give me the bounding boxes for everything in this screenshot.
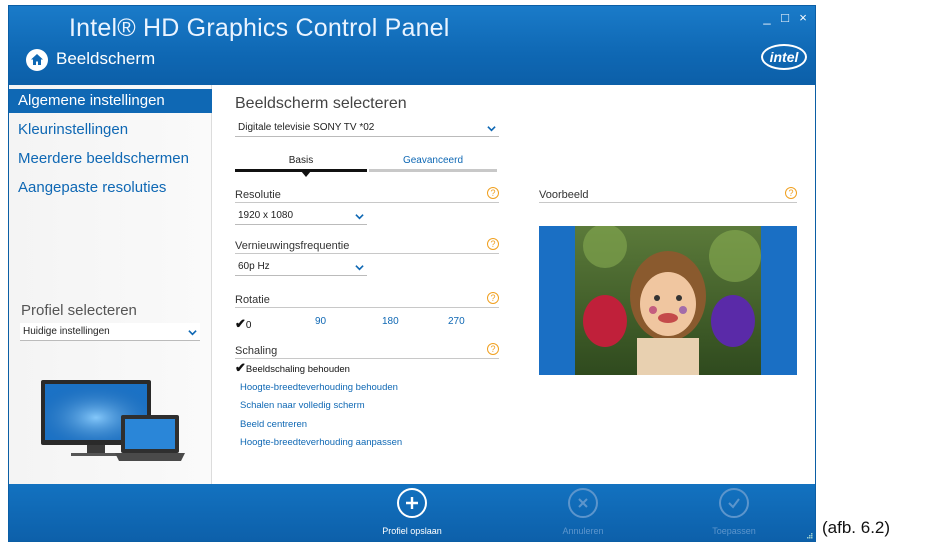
chevron-down-icon: [355, 265, 364, 271]
apply-label: Toepassen: [712, 526, 756, 536]
screenshot-stage: Intel® HD Graphics Control Panel Beeldsc…: [0, 0, 930, 547]
scaling-help-icon[interactable]: ?: [487, 343, 499, 355]
figure-caption: (afb. 6.2): [822, 518, 891, 537]
profile-select-label: Profiel selecteren: [21, 302, 137, 319]
refresh-rate-value: 60p Hz: [238, 261, 270, 272]
scaling-option-adjust-aspect[interactable]: Hoogte-breedteverhouding aanpassen: [240, 437, 402, 448]
display-dropdown-value: Digitale televisie SONY TV *02: [238, 122, 375, 133]
refresh-rate-help-icon[interactable]: ?: [487, 238, 499, 250]
checkmark-circle-icon: [719, 488, 749, 518]
home-icon: [31, 54, 43, 65]
resize-grip-icon[interactable]: [805, 531, 813, 539]
scaling-label: Schaling: [235, 345, 278, 357]
plus-icon: [397, 488, 427, 518]
rotation-option-180[interactable]: 180: [382, 316, 399, 327]
scaling-option-center[interactable]: Beeld centreren: [240, 419, 307, 430]
divider: [235, 253, 499, 254]
minimize-button[interactable]: _: [761, 10, 773, 25]
tab-basis[interactable]: Basis: [235, 155, 367, 172]
save-profile-button[interactable]: Profiel opslaan: [367, 488, 457, 536]
checkmark-icon: ✔: [235, 360, 246, 375]
intel-logo: intel: [761, 44, 807, 70]
action-bar: Profiel opslaan Annuleren Toepassen: [9, 484, 815, 541]
active-tab-pointer: [301, 171, 311, 177]
preview-photo: [575, 226, 761, 375]
chevron-down-icon: [355, 214, 364, 220]
sidebar-item-multiple-displays[interactable]: Meerdere beeldschermen: [9, 147, 212, 171]
scaling-selected-option[interactable]: ✔Beeldschaling behouden: [235, 360, 350, 376]
title-bar: Intel® HD Graphics Control Panel Beeldsc…: [9, 6, 815, 85]
divider: [539, 202, 797, 203]
scaling-option-keep-aspect[interactable]: Hoogte-breedteverhouding behouden: [240, 382, 398, 393]
resolution-dropdown[interactable]: 1920 x 1080: [235, 207, 367, 225]
sidebar-item-custom-resolutions[interactable]: Aangepaste resoluties: [9, 176, 212, 200]
control-panel-window: Intel® HD Graphics Control Panel Beeldsc…: [8, 5, 816, 542]
maximize-button[interactable]: □: [779, 10, 791, 25]
rotation-label: Rotatie: [235, 294, 270, 306]
rotation-value-0: 0: [245, 320, 252, 331]
sidebar-item-general-settings[interactable]: Algemene instellingen: [9, 89, 212, 113]
divider: [235, 202, 499, 203]
monitor-laptop-illustration: [41, 380, 185, 461]
preview-help-icon[interactable]: ?: [785, 187, 797, 199]
cancel-icon: [568, 488, 598, 518]
resolution-label: Resolutie: [235, 189, 281, 201]
resolution-value: 1920 x 1080: [238, 210, 294, 221]
display-select-title: Beeldscherm selecteren: [235, 95, 407, 112]
rotation-option-0[interactable]: ✔0: [235, 316, 251, 332]
apply-button[interactable]: Toepassen: [689, 488, 779, 536]
checkmark-icon: ✔: [235, 316, 246, 331]
rotation-option-270[interactable]: 270: [448, 316, 465, 327]
refresh-rate-dropdown[interactable]: 60p Hz: [235, 258, 367, 276]
scaling-option-full-screen[interactable]: Schalen naar volledig scherm: [240, 400, 365, 411]
chevron-down-icon: [188, 330, 197, 336]
cancel-button[interactable]: Annuleren: [538, 488, 628, 536]
tab-geavanceerd[interactable]: Geavanceerd: [369, 155, 497, 172]
close-button[interactable]: ×: [797, 10, 809, 25]
rotation-help-icon[interactable]: ?: [487, 292, 499, 304]
refresh-rate-label: Vernieuwingsfrequentie: [235, 240, 350, 252]
main-content: Beeldscherm selecteren Digitale televisi…: [213, 85, 815, 484]
rotation-option-90[interactable]: 90: [315, 316, 326, 327]
window-controls: _ □ ×: [761, 10, 809, 25]
preview-panel: [539, 226, 797, 375]
save-profile-label: Profiel opslaan: [382, 526, 442, 536]
resolution-help-icon[interactable]: ?: [487, 187, 499, 199]
preview-label: Voorbeeld: [539, 189, 589, 201]
scaling-selected-label: Beeldschaling behouden: [245, 364, 350, 375]
profile-dropdown-value: Huidige instellingen: [23, 326, 110, 337]
sidebar-item-color-settings[interactable]: Kleurinstellingen: [9, 118, 212, 142]
profile-dropdown[interactable]: Huidige instellingen: [20, 323, 200, 341]
chevron-down-icon: [487, 126, 496, 132]
divider: [235, 358, 499, 359]
cancel-label: Annuleren: [562, 526, 604, 536]
app-title: Intel® HD Graphics Control Panel: [69, 14, 450, 42]
divider: [235, 307, 499, 308]
section-title: Beeldscherm: [56, 49, 156, 68]
display-dropdown[interactable]: Digitale televisie SONY TV *02: [235, 119, 499, 137]
sidebar: Algemene instellingen Kleurinstellingen …: [9, 85, 212, 484]
home-button[interactable]: [26, 49, 48, 71]
